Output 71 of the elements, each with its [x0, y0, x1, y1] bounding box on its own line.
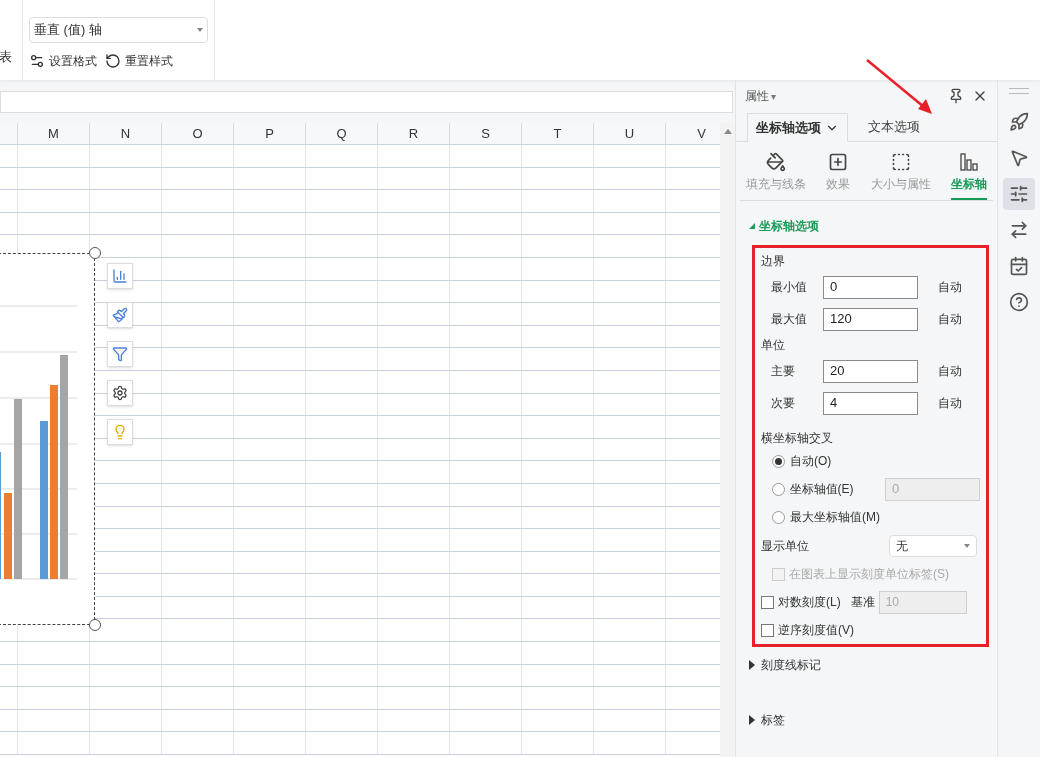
auto-label[interactable]: 自动 — [938, 362, 962, 380]
column-header[interactable]: N — [90, 123, 162, 144]
radio-button[interactable] — [772, 454, 785, 468]
radio-label[interactable]: 坐标轴值(E) — [789, 480, 885, 498]
column-header[interactable]: S — [450, 123, 522, 144]
number-field[interactable]: 0 — [823, 275, 918, 299]
unit-dropdown[interactable]: 无 — [889, 535, 977, 557]
pin-icon[interactable] — [948, 88, 964, 104]
section-title[interactable]: 刻度线标记 — [761, 656, 821, 674]
group-title: 单位 — [761, 337, 786, 354]
auto-label[interactable]: 自动 — [938, 278, 962, 296]
paint-bucket-icon — [766, 152, 786, 172]
size-icon — [890, 152, 911, 172]
field-label: 基准 — [850, 594, 875, 611]
ribbon-button[interactable]: 重置样式 — [105, 50, 173, 72]
checkbox[interactable] — [761, 623, 774, 637]
pointer-icon — [1009, 148, 1029, 168]
chart-tool-button[interactable] — [107, 380, 133, 406]
group-title: 边界 — [761, 253, 786, 270]
expand-triangle-icon[interactable] — [749, 715, 755, 725]
format-icon — [29, 53, 45, 69]
column-header[interactable]: P — [234, 123, 306, 144]
rocket-icon — [1009, 112, 1029, 132]
help-icon — [1009, 292, 1029, 312]
vertical-scrollbar[interactable] — [720, 123, 735, 757]
expand-triangle-icon[interactable] — [749, 660, 755, 670]
settings-icon — [112, 385, 128, 401]
column-header[interactable]: U — [594, 123, 666, 144]
tab[interactable]: 坐标轴选项 — [747, 113, 848, 142]
number-field[interactable]: 4 — [823, 391, 918, 415]
field-label: 显示单位 — [761, 538, 810, 555]
chart-elements-icon — [112, 268, 128, 284]
auto-label[interactable]: 自动 — [938, 310, 962, 328]
radio-button[interactable] — [772, 510, 785, 524]
column-header[interactable]: M — [18, 123, 90, 144]
filter-icon — [112, 346, 128, 362]
column-header[interactable]: T — [522, 123, 594, 144]
radio-label[interactable]: 最大坐标轴值(M) — [790, 508, 890, 526]
element-dropdown[interactable]: 垂直 (值) 轴 — [29, 17, 208, 43]
radio-label[interactable]: 自动(O) — [790, 452, 890, 470]
section-title[interactable]: 标签 — [761, 711, 785, 729]
side-tool-button[interactable] — [1003, 178, 1035, 210]
radio-button[interactable] — [772, 482, 785, 496]
effect-icon — [828, 152, 849, 172]
number-field[interactable]: 120 — [823, 307, 918, 331]
field-label: 最小值 — [770, 279, 808, 296]
chart-frame[interactable] — [0, 253, 95, 625]
column-header[interactable]: Q — [306, 123, 378, 144]
check-box-icon — [1009, 256, 1029, 276]
settings-icon — [1009, 184, 1029, 204]
tab[interactable]: 文本选项 — [848, 112, 940, 141]
swap-icon — [1009, 220, 1029, 240]
ribbon-label: 表 — [0, 47, 12, 66]
lightbulb-icon — [112, 424, 128, 440]
number-field[interactable]: 20 — [823, 359, 918, 383]
brush-icon — [112, 307, 128, 323]
caret-icon[interactable]: ▾ — [771, 88, 776, 104]
reset-icon — [105, 53, 121, 69]
checkbox-label[interactable]: 对数刻度(L) — [778, 593, 841, 611]
panel-title[interactable]: 属性 — [745, 87, 769, 105]
field-label: 最大值 — [770, 311, 808, 328]
auto-label[interactable]: 自动 — [938, 394, 962, 412]
ribbon-button[interactable]: 设置格式 — [29, 50, 97, 72]
checkbox-label[interactable]: 逆序刻度值(V) — [778, 621, 854, 639]
group-title: 横坐标轴交叉 — [761, 430, 834, 447]
column-header[interactable]: R — [378, 123, 450, 144]
field-label: 次要 — [770, 395, 796, 412]
field-label: 主要 — [770, 363, 796, 380]
checkbox[interactable] — [761, 595, 774, 609]
axis-bars-icon — [959, 152, 979, 172]
column-header[interactable]: O — [162, 123, 234, 144]
